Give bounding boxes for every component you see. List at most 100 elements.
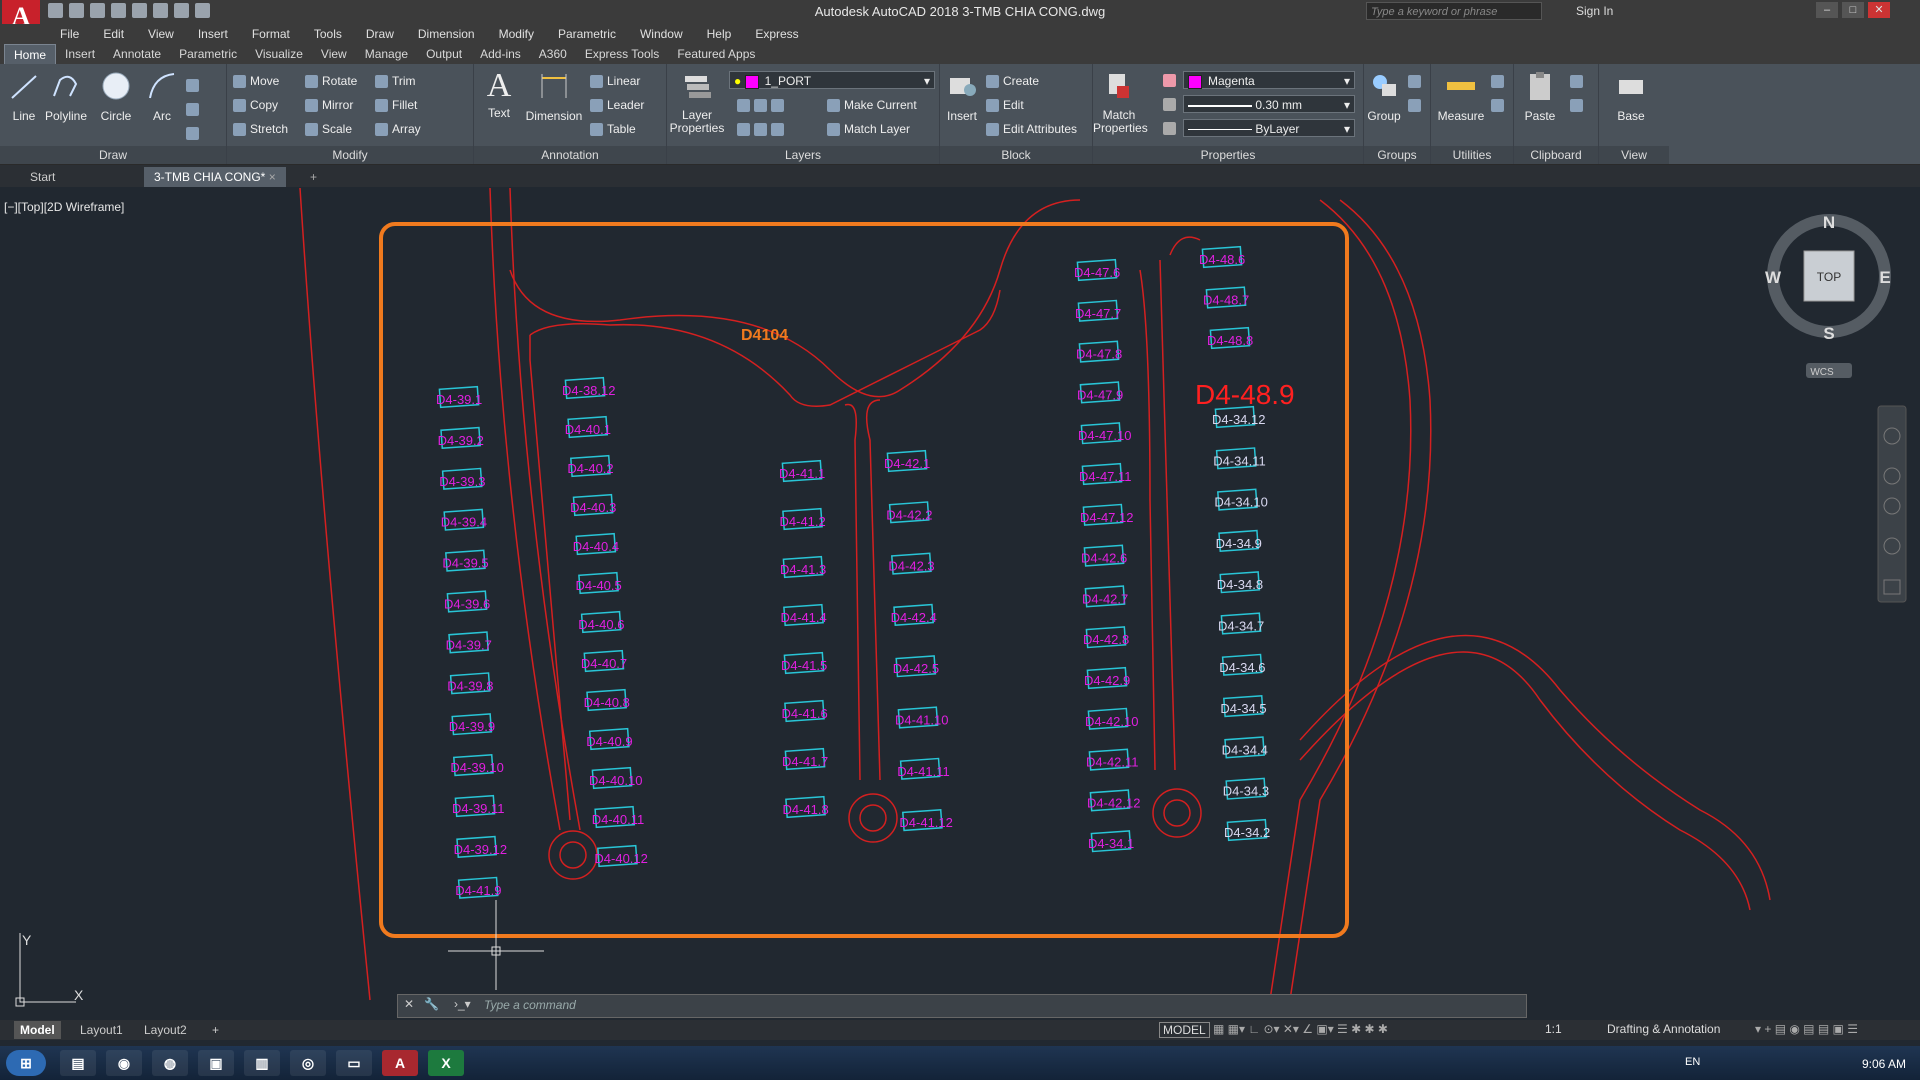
arc-button[interactable]: Arc: [138, 70, 186, 123]
menu-dimension[interactable]: Dimension: [406, 24, 487, 44]
messenger-icon[interactable]: ▭: [336, 1050, 372, 1076]
command-input[interactable]: Type a command: [484, 998, 576, 1012]
quick-select-icon[interactable]: [1491, 72, 1508, 90]
menu-file[interactable]: File: [48, 24, 91, 44]
tab-insert[interactable]: Insert: [56, 44, 104, 64]
tab-start[interactable]: Start: [20, 167, 65, 187]
leader-button[interactable]: Leader: [590, 96, 644, 114]
point-icon[interactable]: [1491, 96, 1508, 114]
color-dropdown[interactable]: Magenta ▾: [1183, 71, 1355, 89]
group-edit-icon[interactable]: [1408, 96, 1425, 114]
array-button[interactable]: Array: [375, 120, 421, 138]
group-button[interactable]: Group: [1364, 70, 1404, 123]
add-layout-icon[interactable]: +: [206, 1021, 225, 1039]
annotation-scale[interactable]: 1:1: [1545, 1022, 1562, 1036]
trim-button[interactable]: Trim: [375, 72, 416, 90]
minimize-icon[interactable]: –: [1816, 2, 1838, 18]
stretch-button[interactable]: Stretch: [233, 120, 288, 138]
tab-drawing[interactable]: 3-TMB CHIA CONG* ×: [144, 167, 286, 187]
explorer-icon[interactable]: ▤: [60, 1050, 96, 1076]
ungroup-icon[interactable]: [1408, 72, 1425, 90]
grid-icon[interactable]: ▦ ▦▾ ∟ ⊙▾ ✕▾ ∠ ▣▾ ☰ ✱ ✱ ✱: [1213, 1022, 1388, 1036]
viewcube-top[interactable]: TOP: [1817, 270, 1841, 284]
dimension-button[interactable]: Dimension: [522, 70, 586, 123]
viewport-controls[interactable]: [−][Top][2D Wireframe]: [4, 200, 124, 214]
groups-panel-title[interactable]: Groups: [1364, 146, 1430, 164]
command-line[interactable]: ✕ 🔧 ›_▾ Type a command: [397, 994, 1527, 1018]
fillet-button[interactable]: Fillet: [375, 96, 417, 114]
tab-layout2[interactable]: Layout2: [138, 1021, 193, 1039]
menu-window[interactable]: Window: [628, 24, 695, 44]
hatch-icon[interactable]: [186, 100, 203, 118]
menu-insert[interactable]: Insert: [186, 24, 240, 44]
scale-button[interactable]: Scale: [305, 120, 352, 138]
viewcube-west[interactable]: W: [1765, 268, 1782, 287]
tab-parametric[interactable]: Parametric: [170, 44, 246, 64]
close-icon[interactable]: ✕: [1868, 2, 1890, 18]
tab-express-tools[interactable]: Express Tools: [576, 44, 668, 64]
base-view-button[interactable]: Base: [1609, 70, 1653, 123]
view-panel-title[interactable]: View: [1599, 146, 1669, 164]
recent-commands-icon[interactable]: ›_▾: [454, 997, 471, 1011]
boundary-icon[interactable]: [186, 124, 203, 142]
rectangle-icon[interactable]: [186, 76, 203, 94]
utilities-panel-title[interactable]: Utilities: [1431, 146, 1513, 164]
circle-button[interactable]: Circle: [92, 70, 140, 123]
close-command-icon[interactable]: ✕: [404, 997, 414, 1011]
cut-icon[interactable]: [1570, 72, 1587, 90]
tab-view[interactable]: View: [312, 44, 356, 64]
menu-help[interactable]: Help: [695, 24, 744, 44]
layer-dropdown[interactable]: ● 1_PORT ▾: [729, 71, 935, 89]
wcs-menu[interactable]: WCS: [1810, 367, 1834, 378]
status-tools-icons[interactable]: ▾ + ▤ ◉ ▤ ▤ ▣ ☰: [1755, 1022, 1858, 1036]
measure-button[interactable]: Measure: [1435, 70, 1487, 123]
close-tab-icon[interactable]: ×: [269, 170, 276, 184]
modify-panel-title[interactable]: Modify: [227, 146, 473, 164]
viewcube[interactable]: TOP N S E W WCS: [1765, 213, 1891, 378]
polyline-button[interactable]: Polyline: [42, 70, 90, 123]
menu-parametric[interactable]: Parametric: [546, 24, 628, 44]
app-icon[interactable]: ▣: [198, 1050, 234, 1076]
workspace-switcher[interactable]: Drafting & Annotation: [1607, 1022, 1720, 1036]
tab-add-ins[interactable]: Add-ins: [471, 44, 530, 64]
viewcube-south[interactable]: S: [1823, 324, 1834, 343]
tab-visualize[interactable]: Visualize: [246, 44, 312, 64]
tab-output[interactable]: Output: [417, 44, 471, 64]
layer-tools-icon[interactable]: [737, 96, 788, 114]
menu-view[interactable]: View: [136, 24, 186, 44]
new-tab-icon[interactable]: +: [300, 167, 327, 187]
document-icon[interactable]: ▥: [244, 1050, 280, 1076]
layers-panel-title[interactable]: Layers: [667, 146, 939, 164]
paste-button[interactable]: Paste: [1518, 70, 1562, 123]
maximize-icon[interactable]: □: [1842, 2, 1864, 18]
annotation-panel-title[interactable]: Annotation: [474, 146, 666, 164]
properties-panel-title[interactable]: Properties: [1093, 146, 1363, 164]
menu-modify[interactable]: Modify: [487, 24, 546, 44]
start-button[interactable]: ⊞: [6, 1050, 46, 1076]
layer-state-icons[interactable]: [737, 120, 788, 138]
line-button[interactable]: Line: [0, 70, 48, 123]
linetype-dropdown[interactable]: ByLayer ▾: [1183, 119, 1355, 137]
search-input[interactable]: Type a keyword or phrase: [1366, 2, 1542, 20]
insert-block-button[interactable]: Insert: [940, 70, 984, 123]
excel-icon[interactable]: X: [428, 1050, 464, 1076]
tab-featured-apps[interactable]: Featured Apps: [668, 44, 764, 64]
edit-block-button[interactable]: Edit: [986, 96, 1024, 114]
menu-tools[interactable]: Tools: [302, 24, 354, 44]
make-current-button[interactable]: Make Current: [827, 96, 917, 114]
match-properties-button[interactable]: Match Properties: [1093, 70, 1148, 135]
table-button[interactable]: Table: [590, 120, 636, 138]
menu-edit[interactable]: Edit: [91, 24, 136, 44]
navigation-bar[interactable]: [1877, 405, 1907, 603]
tab-model[interactable]: Model: [14, 1021, 61, 1039]
mirror-button[interactable]: Mirror: [305, 96, 353, 114]
customize-command-icon[interactable]: 🔧: [424, 997, 439, 1011]
menu-format[interactable]: Format: [240, 24, 302, 44]
text-button[interactable]: A Text: [476, 69, 522, 121]
chrome-icon[interactable]: ◉: [106, 1050, 142, 1076]
lineweight-dropdown[interactable]: 0.30 mm ▾: [1183, 95, 1355, 113]
layer-properties-button[interactable]: Layer Properties: [667, 70, 727, 135]
match-layer-button[interactable]: Match Layer: [827, 120, 910, 138]
network-icon[interactable]: ◎: [290, 1050, 326, 1076]
sign-in-button[interactable]: Sign In: [1576, 4, 1613, 18]
